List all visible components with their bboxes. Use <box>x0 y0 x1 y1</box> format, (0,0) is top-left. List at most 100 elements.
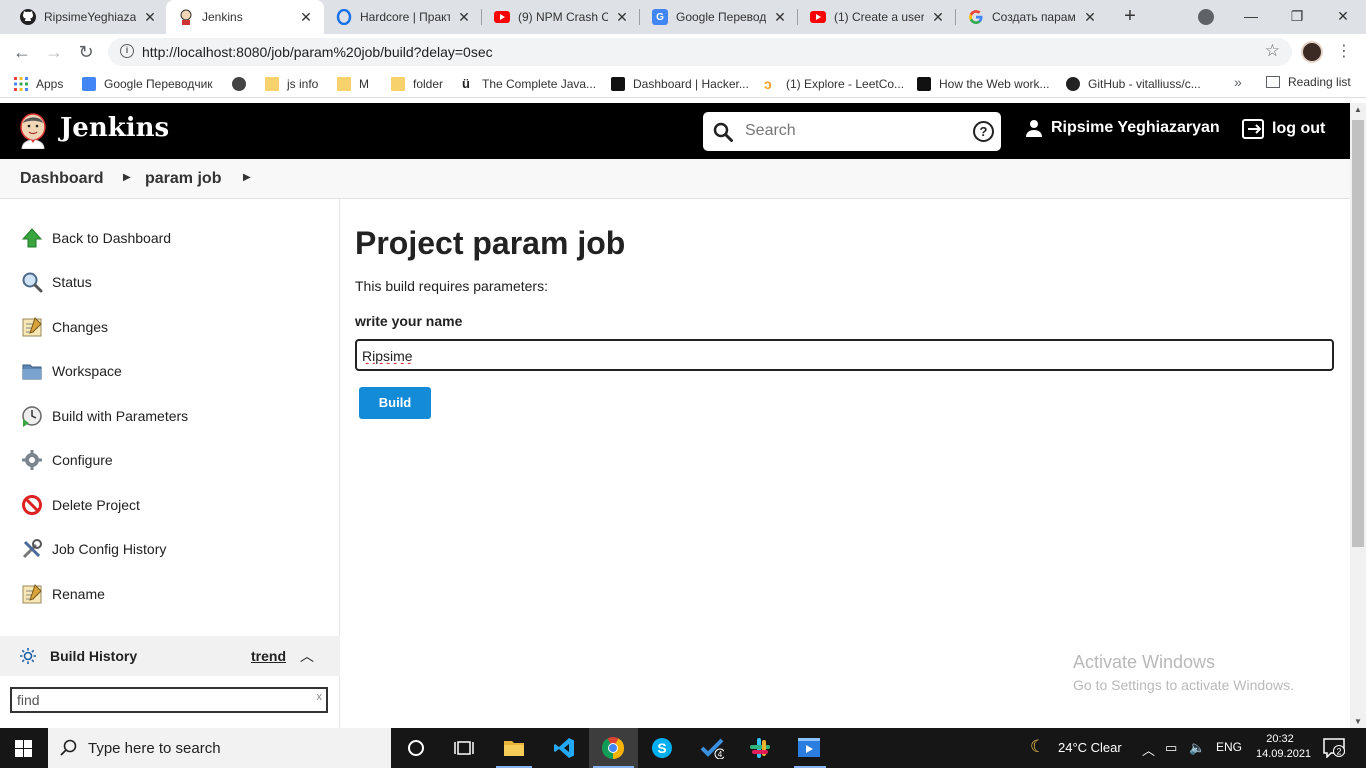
notification-center-icon[interactable]: 2 <box>1323 738 1345 759</box>
volume-icon[interactable]: 🔈 <box>1189 740 1205 756</box>
weather-moon-icon[interactable]: ☾ <box>1030 737 1045 757</box>
browser-menu-icon[interactable]: ⋮ <box>1336 40 1352 64</box>
side-panel: Back to Dashboard Status Changes Workspa… <box>0 199 340 728</box>
breadcrumb-arrow-icon[interactable]: ▶ <box>243 172 251 183</box>
bookmark-leetcode[interactable]: ↄ (1) Explore - LeetCo... <box>764 75 904 93</box>
youtube-icon <box>810 9 826 25</box>
weather-text[interactable]: 24°C Clear <box>1058 740 1122 755</box>
tab-hardcore[interactable]: Hardcore | Практикум ✕ <box>324 0 482 34</box>
tab-jenkins[interactable]: Jenkins ✕ <box>166 0 324 34</box>
globe-icon <box>232 77 246 91</box>
restore-button[interactable]: ❐ <box>1274 0 1320 34</box>
sidebar-item-back-to-dashboard[interactable]: Back to Dashboard <box>20 224 171 252</box>
scrollbar-thumb[interactable] <box>1352 120 1364 547</box>
bookmark-how-the-web-works[interactable]: How the Web work... <box>917 75 1049 93</box>
user-icon <box>1026 120 1042 137</box>
search-icon <box>60 739 77 756</box>
jenkins-logo-icon[interactable] <box>18 113 48 150</box>
bookmark-google-translate[interactable]: Google Переводчик <box>82 75 213 93</box>
language-indicator[interactable]: ENG <box>1216 740 1242 754</box>
name-parameter-input[interactable] <box>362 346 1262 366</box>
reload-icon[interactable]: ↻ <box>74 40 98 64</box>
bookmark-github-vitalliuss[interactable]: GitHub - vitalliuss/c... <box>1066 75 1201 93</box>
tray-overflow-icon[interactable]: ︿ <box>1142 740 1155 759</box>
breadcrumb-param-job[interactable]: param job <box>145 170 221 188</box>
bookmark-apps[interactable]: Apps <box>14 75 63 93</box>
user-menu[interactable]: Ripsime Yeghiazaryan <box>1025 119 1220 137</box>
clear-filter-icon[interactable]: x <box>317 691 323 703</box>
profile-avatar[interactable] <box>1301 41 1323 63</box>
tab-create-user[interactable]: (1) Create a user in Jenkins ✕ <box>798 0 956 34</box>
search-input[interactable] <box>745 120 955 142</box>
vscode-icon[interactable] <box>552 736 576 760</box>
chrome-icon[interactable] <box>601 736 625 760</box>
new-tab-button[interactable]: + <box>1118 5 1142 29</box>
reading-list-button[interactable]: Reading list <box>1266 75 1351 89</box>
help-icon[interactable]: ? <box>973 121 994 142</box>
folder-icon <box>337 77 351 91</box>
close-tab-icon[interactable]: ✕ <box>298 9 314 26</box>
url-text[interactable]: http://localhost:8080/job/param%20job/bu… <box>142 44 493 60</box>
folder-icon <box>20 359 44 383</box>
tab-google-translate[interactable]: G Google Переводчик ✕ <box>640 0 798 34</box>
build-button[interactable]: Build <box>359 387 431 419</box>
close-window-button[interactable]: ✕ <box>1320 0 1366 34</box>
user-name: Ripsime Yeghiazaryan <box>1051 119 1220 136</box>
breadcrumb-dashboard[interactable]: Dashboard <box>20 170 104 188</box>
system-clock[interactable]: 20:32 14.09.2021 <box>1256 732 1311 762</box>
file-explorer-icon[interactable] <box>502 736 526 760</box>
close-tab-icon[interactable]: ✕ <box>456 9 472 26</box>
close-tab-icon[interactable]: ✕ <box>930 9 946 26</box>
sidebar-item-changes[interactable]: Changes <box>20 313 108 341</box>
taskbar-search[interactable]: Type here to search <box>48 728 391 768</box>
tab-search-icon[interactable] <box>1198 9 1214 25</box>
breadcrumb-arrow-icon[interactable]: ▶ <box>123 172 131 183</box>
tab-github[interactable]: RipsimeYeghiazaryan ✕ <box>8 0 168 34</box>
trend-link[interactable]: trend <box>251 648 286 664</box>
video-editor-icon[interactable] <box>797 736 821 760</box>
bookmark-folder-folder[interactable]: folder <box>391 75 443 93</box>
task-view-icon[interactable] <box>452 736 476 760</box>
bookmark-star-icon[interactable]: ☆ <box>1265 41 1280 61</box>
svg-text:2: 2 <box>1336 747 1341 757</box>
scroll-down-icon[interactable]: ▼ <box>1354 717 1362 726</box>
sidebar-item-workspace[interactable]: Workspace <box>20 357 122 385</box>
cortana-icon[interactable] <box>404 736 428 760</box>
find-input[interactable] <box>17 691 307 709</box>
slack-icon[interactable] <box>748 736 772 760</box>
close-tab-icon[interactable]: ✕ <box>614 9 630 26</box>
logout-link[interactable]: log out <box>1242 119 1325 139</box>
page-scrollbar[interactable]: ▲ ▼ <box>1350 103 1366 728</box>
bookmark-folder-js-info[interactable]: js info <box>265 75 318 93</box>
tab-create-param[interactable]: Создать параметр ✕ <box>956 0 1108 34</box>
sidebar-item-configure[interactable]: Configure <box>20 446 113 474</box>
browser-tab-strip: RipsimeYeghiazaryan ✕ Jenkins ✕ Hardcore… <box>0 0 1366 34</box>
scroll-up-icon[interactable]: ▲ <box>1354 105 1362 114</box>
site-info-icon[interactable]: i <box>120 44 134 58</box>
sidebar-item-status[interactable]: Status <box>20 268 92 296</box>
bookmark-globe[interactable] <box>232 75 254 93</box>
close-tab-icon[interactable]: ✕ <box>772 9 788 26</box>
close-tab-icon[interactable]: ✕ <box>142 9 158 26</box>
jenkins-title[interactable]: Jenkins <box>60 113 169 143</box>
tab-npm-crash-course[interactable]: (9) NPM Crash Course ✕ <box>482 0 640 34</box>
bookmark-folder-m[interactable]: M <box>337 75 369 93</box>
sidebar-item-rename[interactable]: Rename <box>20 580 105 608</box>
network-icon[interactable]: ▭ <box>1165 740 1177 756</box>
minimize-button[interactable]: — <box>1228 0 1274 34</box>
sidebar-item-delete-project[interactable]: Delete Project <box>20 491 140 519</box>
build-history-filter: x <box>10 687 328 713</box>
skype-icon[interactable]: S <box>650 736 674 760</box>
address-bar[interactable]: i http://localhost:8080/job/param%20job/… <box>108 38 1292 66</box>
todo-icon[interactable]: 4 <box>700 736 724 760</box>
windows-start-icon[interactable] <box>15 740 32 757</box>
forward-icon[interactable]: → <box>42 40 66 64</box>
back-icon[interactable]: ← <box>10 40 34 64</box>
close-tab-icon[interactable]: ✕ <box>1082 9 1098 26</box>
bookmarks-overflow-icon[interactable]: » <box>1234 74 1242 90</box>
bookmark-hackerrank[interactable]: Dashboard | Hacker... <box>611 75 749 93</box>
sidebar-item-build-with-parameters[interactable]: Build with Parameters <box>20 402 188 430</box>
bookmark-complete-java[interactable]: ü The Complete Java... <box>462 75 596 93</box>
sidebar-item-job-config-history[interactable]: Job Config History <box>20 535 166 563</box>
collapse-chevron-icon[interactable]: ︿ <box>300 646 314 666</box>
